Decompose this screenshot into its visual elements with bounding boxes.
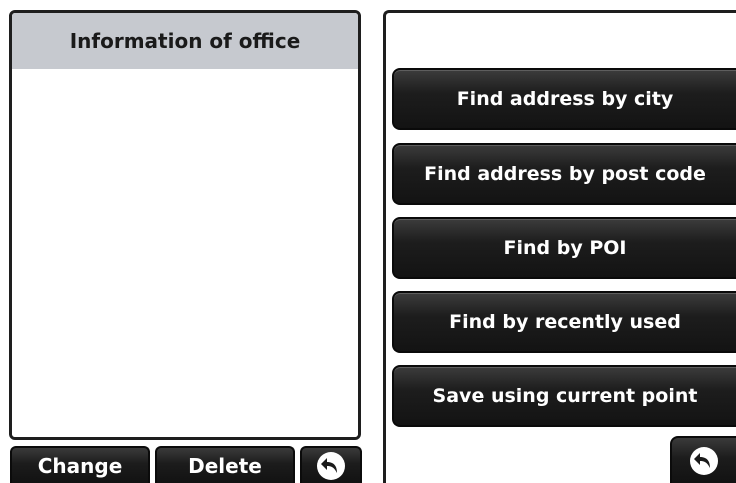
info-content-area	[12, 69, 358, 437]
back-button-right[interactable]	[670, 436, 736, 483]
back-arrow-icon	[317, 451, 345, 480]
back-arrow-icon	[690, 446, 718, 475]
find-by-recently-used-button[interactable]: Find by recently used	[392, 291, 736, 353]
back-button-left[interactable]	[300, 446, 362, 483]
change-button[interactable]: Change	[10, 446, 150, 483]
save-current-point-button[interactable]: Save using current point	[392, 365, 736, 427]
delete-button[interactable]: Delete	[155, 446, 295, 483]
panel-title: Information of office	[12, 13, 358, 70]
find-by-poi-button[interactable]: Find by POI	[392, 217, 736, 279]
find-by-city-button[interactable]: Find address by city	[392, 68, 736, 130]
office-info-panel: Information of office	[9, 10, 361, 440]
find-by-post-code-button[interactable]: Find address by post code	[392, 143, 736, 205]
